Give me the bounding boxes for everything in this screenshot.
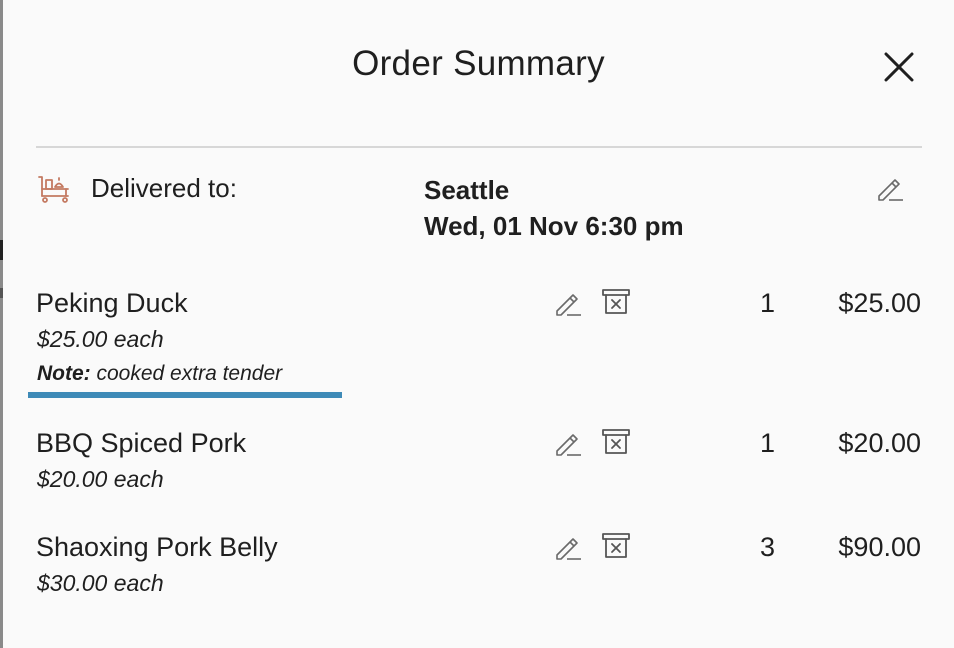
close-button[interactable] — [882, 50, 916, 84]
item-total: $20.00 — [838, 428, 921, 458]
page-title: Order Summary — [352, 44, 605, 83]
edit-delivery-button[interactable] — [874, 172, 906, 204]
item-name: Peking Duck — [36, 288, 188, 318]
edit-item-button[interactable] — [552, 427, 584, 459]
close-icon — [884, 52, 914, 82]
item-quantity: 1 — [759, 288, 775, 318]
delivery-datetime: Wed, 01 Nov 6:30 pm — [424, 211, 684, 241]
item-price-each: $25.00 each — [37, 326, 164, 352]
note-label: Note: — [37, 362, 91, 385]
item-note: Note: cooked extra tender — [37, 362, 282, 386]
delete-item-button[interactable] — [600, 530, 632, 562]
note-underline — [28, 392, 342, 398]
header-divider — [36, 146, 922, 148]
item-name: BBQ Spiced Pork — [36, 428, 247, 458]
item-total: $90.00 — [838, 532, 921, 562]
trash-icon — [602, 289, 630, 314]
pencil-icon — [556, 434, 581, 456]
item-name: Shaoxing Pork Belly — [36, 532, 278, 562]
edit-item-button[interactable] — [552, 287, 584, 319]
delete-item-button[interactable] — [600, 426, 632, 458]
item-price-each: $20.00 each — [37, 466, 164, 492]
delete-item-button[interactable] — [600, 286, 632, 318]
pencil-icon — [556, 294, 581, 316]
item-quantity: 3 — [759, 532, 775, 562]
trash-icon — [602, 533, 630, 558]
item-quantity: 1 — [759, 428, 775, 458]
item-price-each: $30.00 each — [37, 570, 164, 596]
item-total: $25.00 — [838, 288, 921, 318]
delivery-location: Seattle — [424, 175, 510, 205]
trash-icon — [602, 429, 630, 454]
delivered-to-label: Delivered to: — [91, 173, 237, 203]
edit-item-button[interactable] — [552, 531, 584, 563]
delivery-cart-icon — [35, 170, 71, 206]
pencil-icon — [556, 538, 581, 560]
note-text: cooked extra tender — [90, 362, 283, 385]
order-summary-panel: Order Summary Delivered to: Seattle Wed,… — [3, 0, 954, 648]
delivery-info: Seattle Wed, 01 Nov 6:30 pm — [424, 172, 684, 244]
pencil-icon — [878, 179, 903, 201]
